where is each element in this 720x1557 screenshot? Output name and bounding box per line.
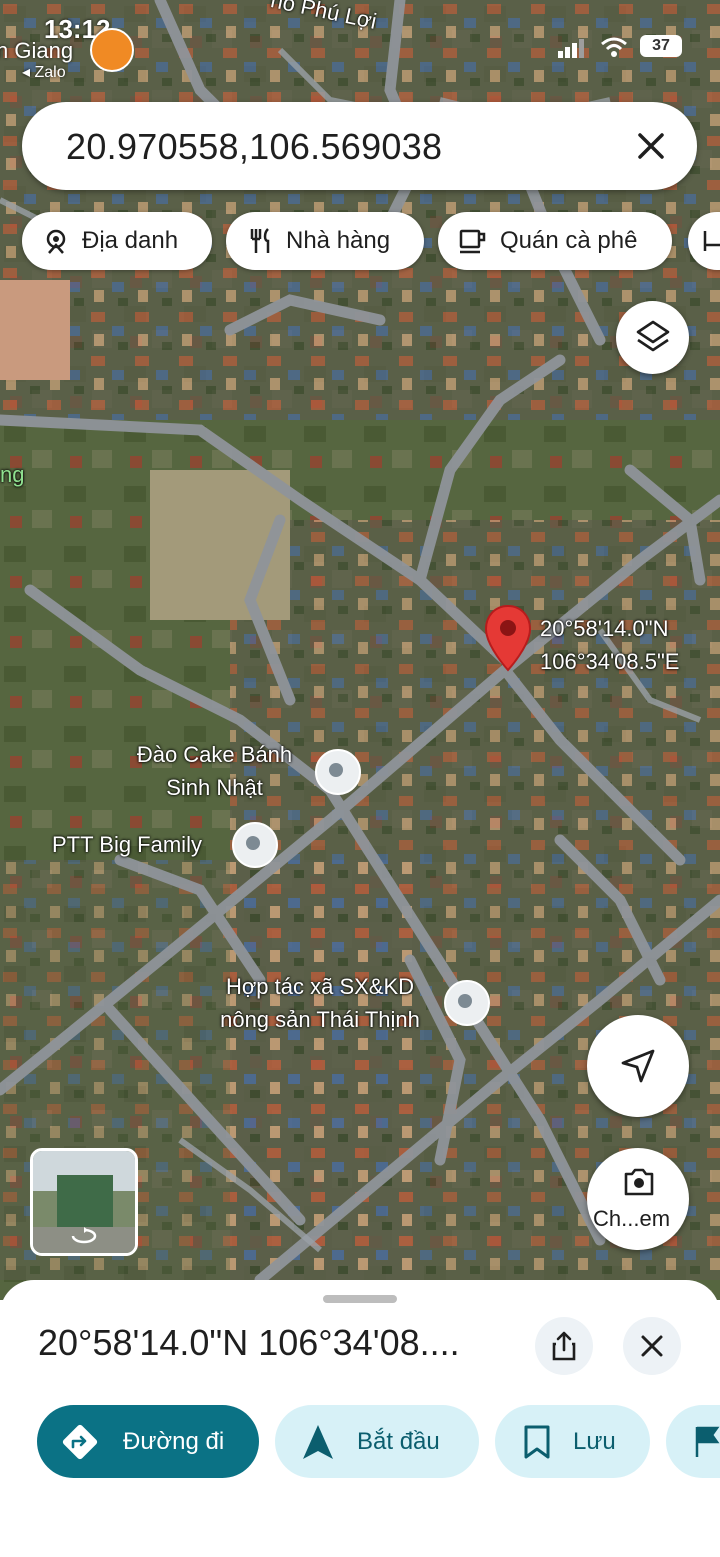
category-chips: Địa danh Nhà hàng Quán cà phê — [0, 212, 720, 272]
back-to-app-link[interactable]: ◂ Zalo — [22, 62, 66, 82]
navigation-arrow-icon — [621, 1049, 655, 1083]
lens-camera-button[interactable]: Ch...em — [587, 1148, 689, 1250]
landmark-icon — [46, 229, 66, 254]
save-button[interactable]: Lưu — [495, 1405, 650, 1478]
battery-icon: 37 — [640, 35, 682, 57]
save-label: Lưu — [573, 1427, 616, 1455]
poi-marker-icon[interactable] — [444, 980, 490, 1026]
restaurant-icon — [250, 228, 270, 253]
share-button[interactable] — [535, 1317, 593, 1375]
pin-lng-text: 106°34'08.5"E — [540, 649, 680, 674]
chip-restaurants[interactable]: Nhà hàng — [226, 212, 424, 270]
chip-label: Địa danh — [82, 227, 179, 254]
bookmark-icon — [524, 1425, 550, 1458]
poi-label-hop-tac-xa[interactable]: Hợp tác xã SX&KD nông sản Thái Thịnh — [200, 970, 440, 1036]
poi-label-dao-cake[interactable]: Đào Cake Bánh Sinh Nhật — [122, 738, 307, 804]
action-buttons: Đường đi Bắt đầu Lưu — [0, 1405, 720, 1480]
poi-marker-icon[interactable] — [232, 822, 278, 868]
search-query-text[interactable]: 20.970558,106.569038 — [66, 126, 442, 168]
search-bar[interactable]: 20.970558,106.569038 — [22, 102, 697, 190]
poi-name-line: Sinh Nhật — [166, 775, 263, 800]
close-sheet-button[interactable] — [623, 1317, 681, 1375]
directions-icon — [62, 1424, 98, 1459]
pin-lat-text: 20°58'14.0"N — [540, 616, 669, 641]
poi-label-ptt-big-family[interactable]: PTT Big Family — [52, 828, 202, 861]
directions-button[interactable]: Đường đi — [37, 1405, 259, 1478]
chip-more[interactable] — [688, 212, 720, 270]
lens-button-label: Ch...em — [593, 1206, 671, 1231]
chip-label: Quán cà phê — [500, 227, 638, 254]
poi-name-line: nông sản Thái Thịnh — [220, 1007, 420, 1032]
start-label: Bắt đầu — [357, 1427, 440, 1455]
directions-label: Đường đi — [123, 1427, 225, 1455]
navigation-arrow-icon — [303, 1424, 333, 1459]
poi-marker-icon[interactable] — [315, 749, 361, 795]
place-title: 20°58'14.0"N 106°34'08.... — [38, 1322, 460, 1363]
poi-name-line: Hợp tác xã SX&KD — [225, 974, 415, 999]
pin-coordinate-label: 20°58'14.0"N 106°34'08.5"E — [540, 612, 679, 678]
edge-place-label: ng — [0, 462, 25, 487]
cafe-icon — [459, 229, 486, 254]
signal-icon — [558, 39, 584, 58]
chip-cafes[interactable]: Quán cà phê — [438, 212, 672, 270]
hotel-icon — [703, 231, 720, 251]
close-icon[interactable] — [629, 124, 673, 168]
layers-icon — [636, 320, 670, 352]
rotate-360-icon — [71, 1227, 97, 1244]
chip-landmarks[interactable]: Địa danh — [22, 212, 212, 270]
camera-icon — [624, 1168, 654, 1196]
layers-button[interactable] — [616, 301, 689, 374]
status-bar: n Giang 13:12 ◂ Zalo 37 — [0, 0, 720, 95]
street-view-thumbnail[interactable] — [30, 1148, 138, 1256]
my-location-button[interactable] — [587, 1015, 689, 1117]
more-actions-button[interactable] — [666, 1405, 720, 1478]
chip-label: Nhà hàng — [286, 227, 391, 254]
sheet-drag-handle[interactable] — [323, 1295, 397, 1303]
wifi-icon — [601, 37, 627, 57]
start-navigation-button[interactable]: Bắt đầu — [275, 1405, 479, 1478]
close-icon — [641, 1335, 663, 1357]
dropped-pin-icon[interactable] — [484, 604, 532, 672]
share-icon — [552, 1331, 576, 1361]
flag-icon — [695, 1426, 720, 1457]
poi-name-line: Đào Cake Bánh — [136, 742, 293, 767]
app-notification-icon — [90, 28, 134, 72]
place-bottom-sheet[interactable]: 20°58'14.0"N 106°34'08.... Đường đi Bắt … — [0, 1280, 720, 1557]
